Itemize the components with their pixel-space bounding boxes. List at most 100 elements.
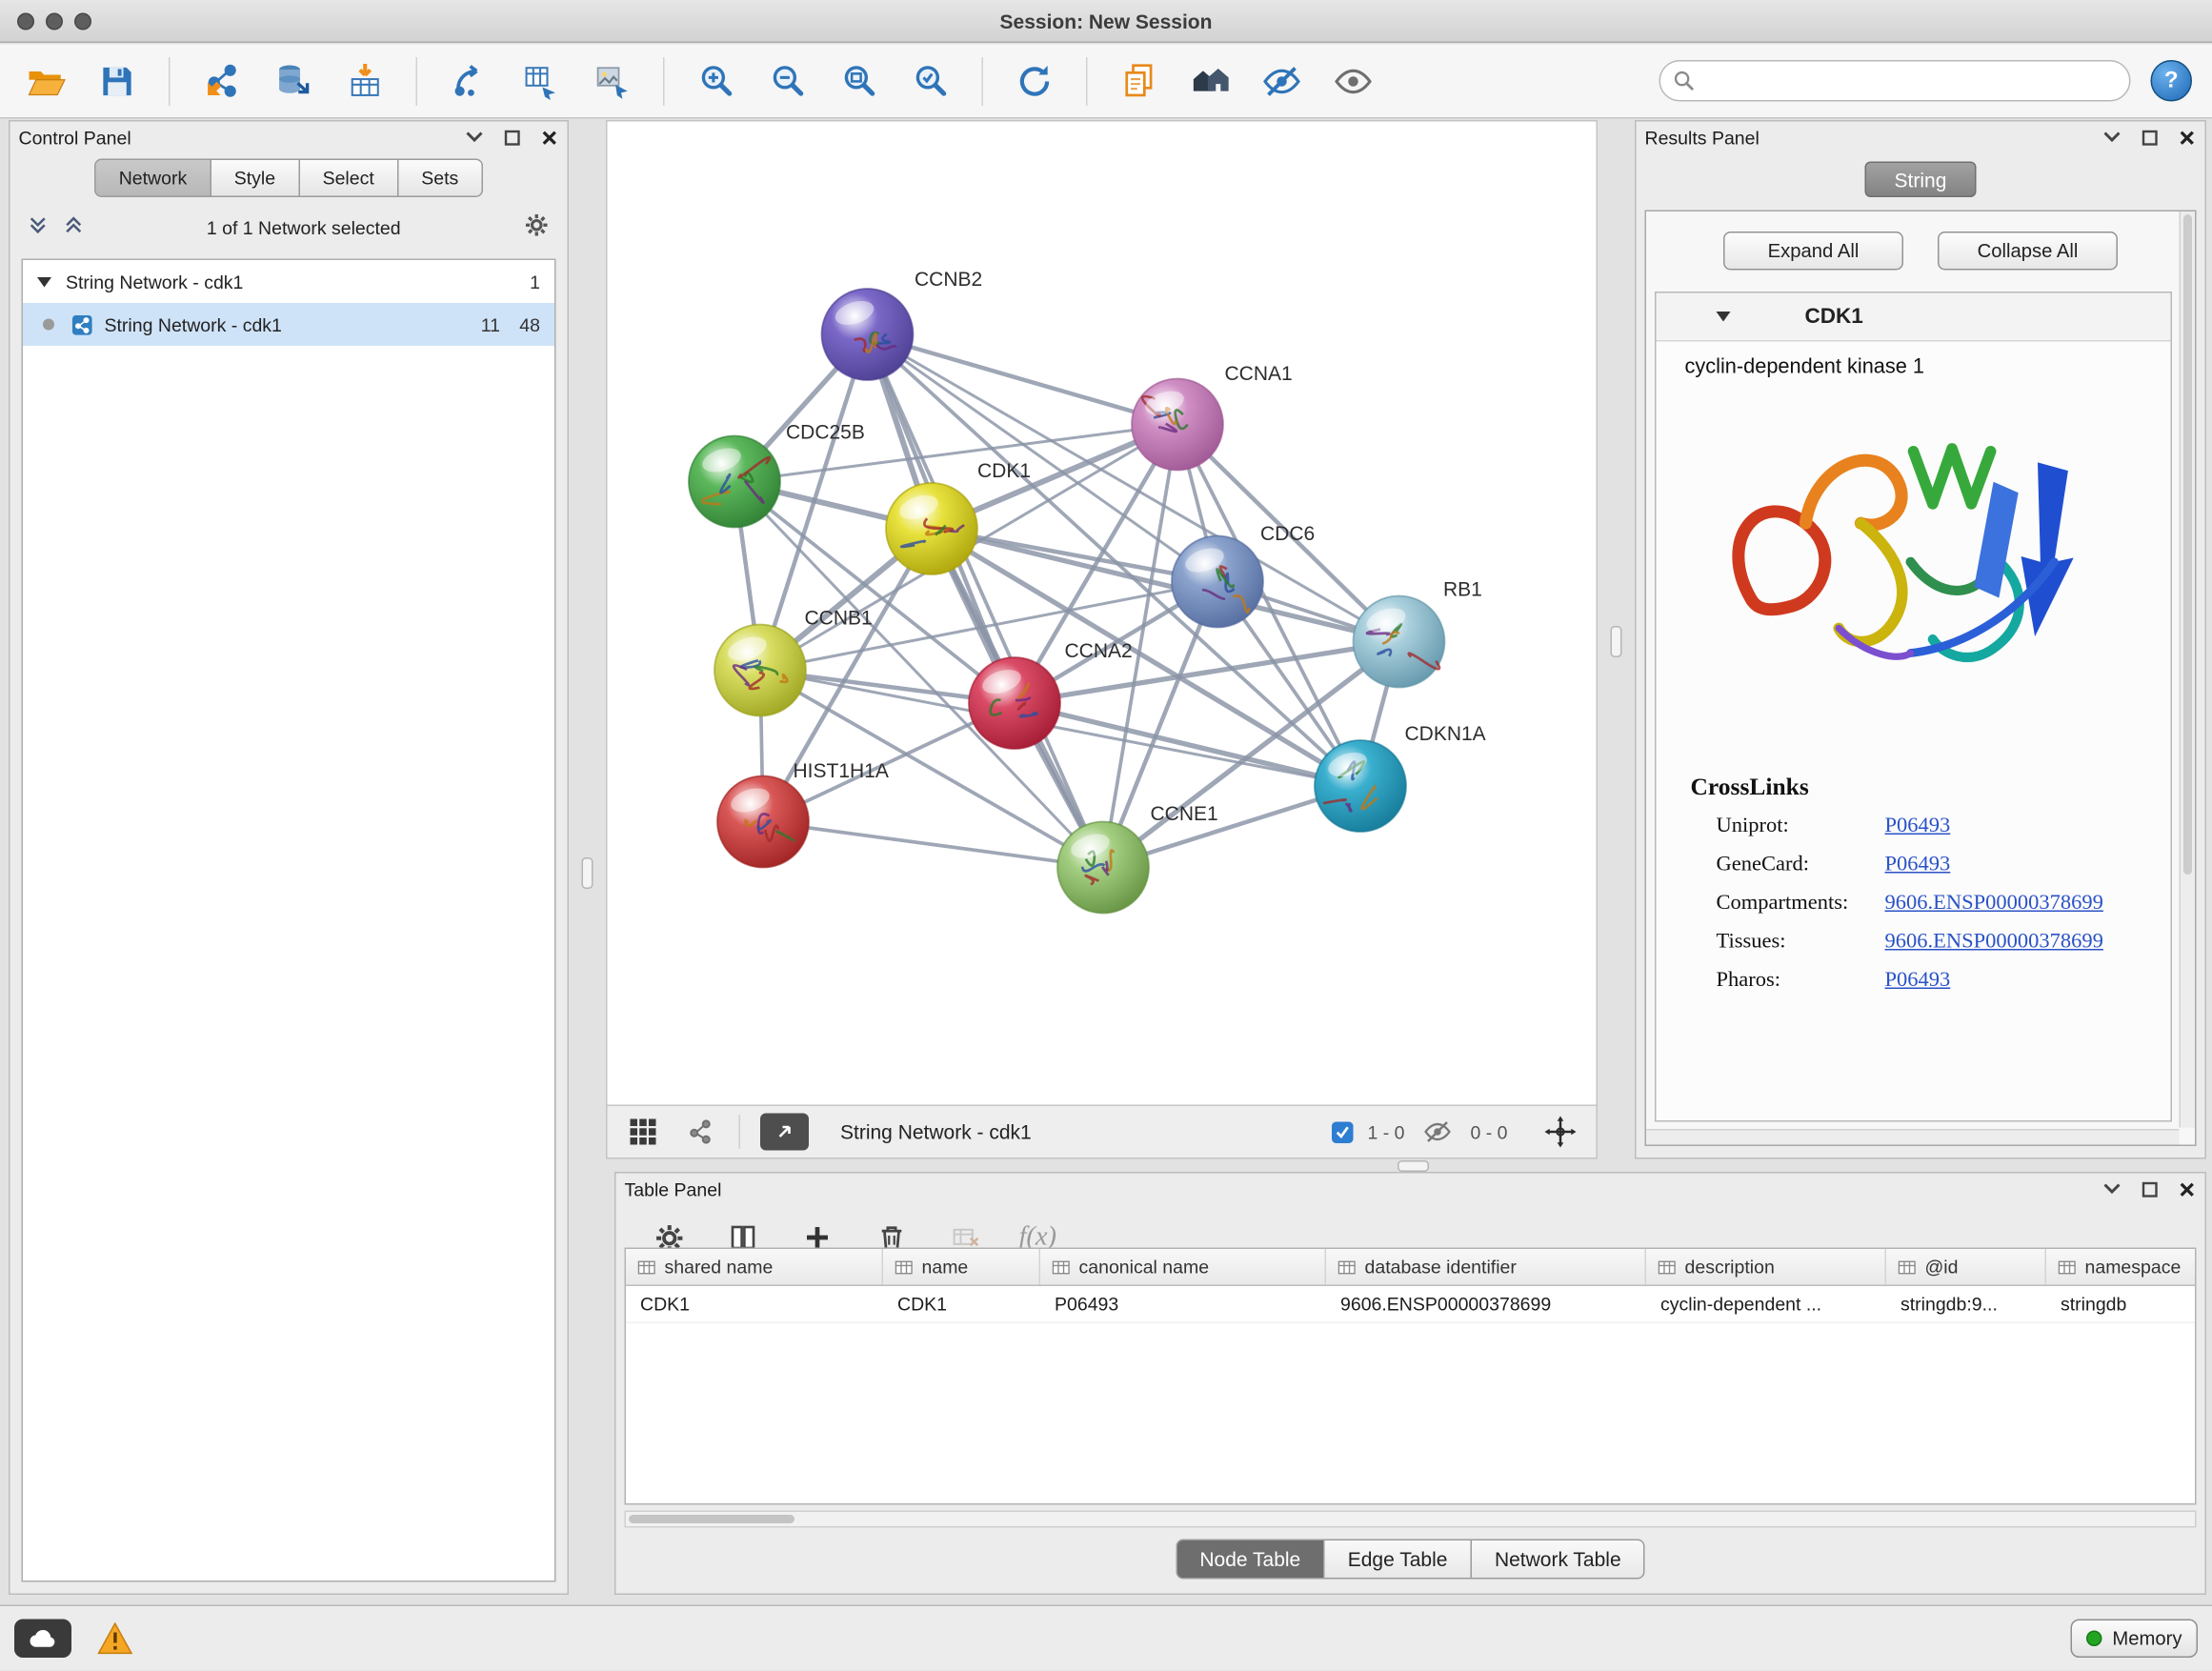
column-header-@id[interactable]: @id xyxy=(1886,1249,2046,1285)
table-horizontal-scrollbar[interactable] xyxy=(625,1511,2197,1528)
tab-select[interactable]: Select xyxy=(300,159,399,198)
edge-CCNB2-CCNE1[interactable] xyxy=(868,334,1104,868)
crosslink-value-link[interactable]: 9606.ENSP00000378699 xyxy=(1885,892,2103,916)
expand-all-button[interactable]: Expand All xyxy=(1723,232,1903,271)
tab-string[interactable]: String xyxy=(1865,162,1977,198)
node-CCNA2[interactable] xyxy=(969,657,1060,749)
column-header-shared-name[interactable]: shared name xyxy=(626,1249,883,1285)
column-header-namespace[interactable]: namespace xyxy=(2046,1249,2197,1285)
edge-CCNA2-CDKN1A[interactable] xyxy=(1015,703,1360,786)
expand-all-icon[interactable] xyxy=(63,214,85,240)
table-row[interactable]: CDK1CDK1P064939606.ENSP00000378699cyclin… xyxy=(626,1286,2195,1323)
show-all-button[interactable] xyxy=(1328,55,1379,107)
tab-sets[interactable]: Sets xyxy=(398,159,483,198)
node-CCNE1[interactable] xyxy=(1057,822,1149,914)
warning-button[interactable] xyxy=(97,1622,133,1656)
gene-section-header[interactable]: CDK1 xyxy=(1657,293,2171,342)
column-header-database-identifier[interactable]: database identifier xyxy=(1326,1249,1646,1285)
collapse-section-icon[interactable] xyxy=(1717,312,1731,322)
import-network-from-file-button[interactable] xyxy=(196,55,248,107)
results-horizontal-scrollbar[interactable] xyxy=(1646,1129,2180,1145)
table-cell[interactable]: CDK1 xyxy=(626,1286,883,1322)
help-button[interactable]: ? xyxy=(2151,60,2193,102)
float-panel-icon[interactable] xyxy=(502,128,522,148)
scrollbar-thumb[interactable] xyxy=(629,1515,794,1523)
zoom-fit-button[interactable] xyxy=(834,55,885,107)
column-header-canonical-name[interactable]: canonical name xyxy=(1040,1249,1326,1285)
tab-network[interactable]: Network xyxy=(94,159,211,198)
table-cell[interactable]: cyclin-dependent ... xyxy=(1646,1286,1886,1322)
birdseye-view-icon[interactable] xyxy=(682,1114,719,1151)
node-CDKN1A[interactable] xyxy=(1315,740,1406,832)
panel-menu-chevron-icon[interactable] xyxy=(2102,1179,2122,1199)
table-cell[interactable]: stringdb:9... xyxy=(1886,1286,2046,1322)
panel-menu-chevron-icon[interactable] xyxy=(465,128,485,148)
zoom-out-button[interactable] xyxy=(762,55,814,107)
collapse-all-button[interactable]: Collapse All xyxy=(1938,232,2118,271)
import-network-from-database-button[interactable] xyxy=(268,55,319,107)
close-panel-icon[interactable] xyxy=(2177,128,2197,148)
collapse-all-icon[interactable] xyxy=(28,214,50,240)
crosslink-value-link[interactable]: 9606.ENSP00000378699 xyxy=(1885,931,2103,956)
node-HIST1H1A[interactable] xyxy=(717,776,809,868)
node-CCNB2[interactable] xyxy=(822,289,914,380)
search-input[interactable] xyxy=(1659,60,2131,102)
vertical-splitter-handle[interactable] xyxy=(1611,626,1622,657)
table-cell[interactable]: CDK1 xyxy=(883,1286,1040,1322)
crosslink-value-link[interactable]: P06493 xyxy=(1885,969,1951,994)
crosslink-value-link[interactable]: P06493 xyxy=(1885,854,1951,878)
hide-selected-button[interactable] xyxy=(1257,55,1308,107)
gear-icon[interactable] xyxy=(523,211,551,243)
export-image-button[interactable] xyxy=(586,55,637,107)
network-canvas[interactable]: CCNB2CCNA1CDC25BCDK1CDC6RB1CCNB1CCNA2CDK… xyxy=(608,122,1597,1105)
column-header-description[interactable]: description xyxy=(1646,1249,1886,1285)
float-panel-icon[interactable] xyxy=(2140,1179,2160,1199)
close-panel-icon[interactable] xyxy=(2177,1179,2197,1199)
minimize-window-button[interactable] xyxy=(46,13,63,30)
first-neighbors-button[interactable] xyxy=(1185,55,1237,107)
node-CCNB1[interactable] xyxy=(714,625,806,716)
zoom-selected-button[interactable] xyxy=(905,55,956,107)
table-cell[interactable]: 9606.ENSP00000378699 xyxy=(1326,1286,1646,1322)
selected-nodes-checkbox[interactable] xyxy=(1332,1121,1354,1143)
export-table-button[interactable] xyxy=(514,55,566,107)
tree-row[interactable]: String Network - cdk11148 xyxy=(23,303,554,346)
grid-view-icon[interactable] xyxy=(625,1114,662,1151)
zoom-in-button[interactable] xyxy=(691,55,742,107)
disclosure-triangle-icon[interactable] xyxy=(37,276,51,287)
node-CCNA1[interactable] xyxy=(1132,379,1223,471)
copy-document-button[interactable] xyxy=(1114,55,1165,107)
float-panel-icon[interactable] xyxy=(2140,128,2160,148)
edge-CCNE1-HIST1H1A[interactable] xyxy=(763,822,1103,868)
cloud-button[interactable] xyxy=(14,1620,71,1659)
open-session-button[interactable] xyxy=(20,55,71,107)
node-CDK1[interactable] xyxy=(886,483,977,574)
close-panel-icon[interactable] xyxy=(539,128,559,148)
horizontal-splitter-handle[interactable] xyxy=(1398,1160,1429,1172)
hidden-eye-slash-icon[interactable] xyxy=(1418,1114,1456,1151)
tree-row[interactable]: String Network - cdk11 xyxy=(23,260,554,303)
crosslink-value-link[interactable]: P06493 xyxy=(1885,815,1951,839)
table-cell[interactable]: P06493 xyxy=(1040,1286,1326,1322)
memory-button[interactable]: Memory xyxy=(2071,1620,2198,1659)
tab-edge-table[interactable]: Edge Table xyxy=(1325,1540,1472,1580)
zoom-window-button[interactable] xyxy=(74,13,91,30)
new-network-from-selection-button[interactable] xyxy=(443,55,494,107)
results-vertical-scrollbar[interactable] xyxy=(2180,211,2196,1128)
node-RB1[interactable] xyxy=(1354,596,1445,688)
close-window-button[interactable] xyxy=(17,13,34,30)
tab-network-table[interactable]: Network Table xyxy=(1472,1540,1645,1580)
save-session-button[interactable] xyxy=(91,55,143,107)
crosshair-icon[interactable] xyxy=(1542,1114,1579,1151)
import-table-button[interactable] xyxy=(339,55,391,107)
node-CDC6[interactable] xyxy=(1172,536,1263,628)
tab-node-table[interactable]: Node Table xyxy=(1176,1540,1325,1580)
detach-view-button[interactable] xyxy=(760,1114,809,1151)
tab-style[interactable]: Style xyxy=(211,159,300,198)
node-CDC25B[interactable] xyxy=(689,436,780,528)
apply-layout-button[interactable] xyxy=(1009,55,1060,107)
column-header-name[interactable]: name xyxy=(883,1249,1040,1285)
panel-menu-chevron-icon[interactable] xyxy=(2102,128,2122,148)
vertical-splitter-handle[interactable] xyxy=(582,857,593,889)
table-cell[interactable]: stringdb xyxy=(2046,1286,2197,1322)
